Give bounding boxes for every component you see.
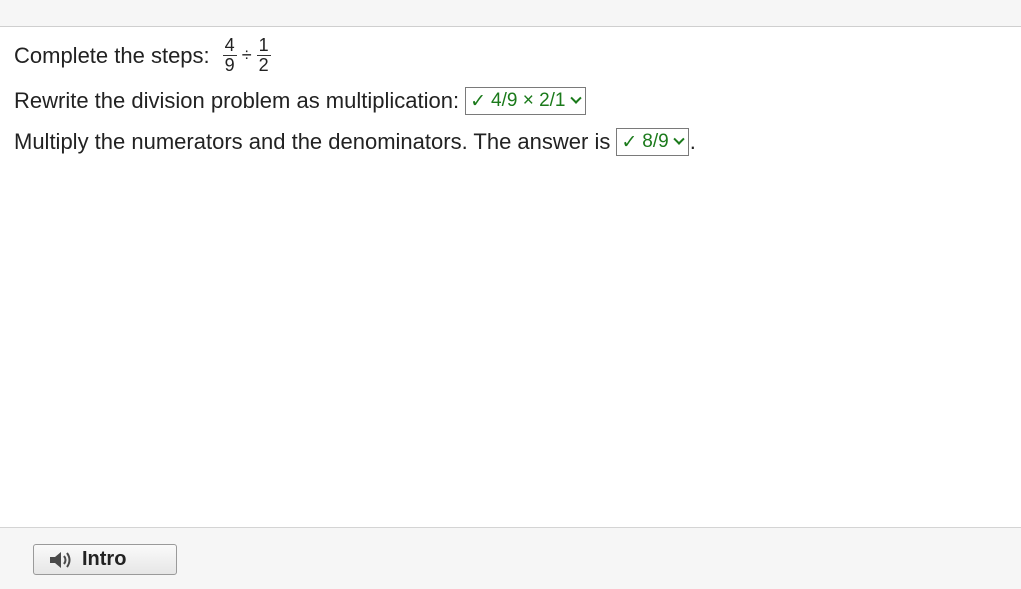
- step-multiply-text: Multiply the numerators and the denomina…: [14, 129, 611, 154]
- step-rewrite-text: Rewrite the division problem as multipli…: [14, 88, 460, 113]
- rewrite-selected-value: 4/9 × 2/1: [491, 90, 566, 111]
- fraction-first-numerator: 4: [222, 35, 237, 56]
- fraction-second-numerator: 1: [256, 35, 271, 56]
- problem-statement: Complete the steps: 4 9 ÷ 1 2: [14, 35, 274, 75]
- intro-button[interactable]: Intro: [33, 544, 177, 575]
- top-header-strip: [0, 0, 1021, 27]
- division-operator: ÷: [241, 45, 252, 65]
- chevron-down-icon: [569, 92, 582, 104]
- answer-selected-value: 8/9: [642, 131, 669, 152]
- step-rewrite: Rewrite the division problem as multipli…: [14, 87, 586, 115]
- step-multiply: Multiply the numerators and the denomina…: [14, 128, 696, 156]
- fraction-second-denominator: 2: [258, 55, 269, 75]
- correct-check-icon: ✓: [470, 90, 487, 112]
- answer-dropdown[interactable]: ✓ 8/9: [616, 128, 689, 156]
- prompt-text: Complete the steps:: [14, 42, 210, 68]
- sentence-period: .: [689, 129, 696, 154]
- intro-button-label: Intro: [82, 548, 127, 570]
- fraction-first-denominator: 9: [224, 55, 235, 75]
- fraction-second: 1 2: [256, 35, 271, 75]
- fraction-first: 4 9: [222, 35, 237, 75]
- bottom-toolbar: Intro: [0, 527, 1021, 589]
- rewrite-answer-dropdown[interactable]: ✓ 4/9 × 2/1: [465, 87, 586, 115]
- chevron-down-icon: [673, 133, 685, 145]
- correct-check-icon: ✓: [621, 131, 638, 153]
- header-title-fragment: [226, 0, 326, 2]
- speaker-icon: [50, 551, 71, 568]
